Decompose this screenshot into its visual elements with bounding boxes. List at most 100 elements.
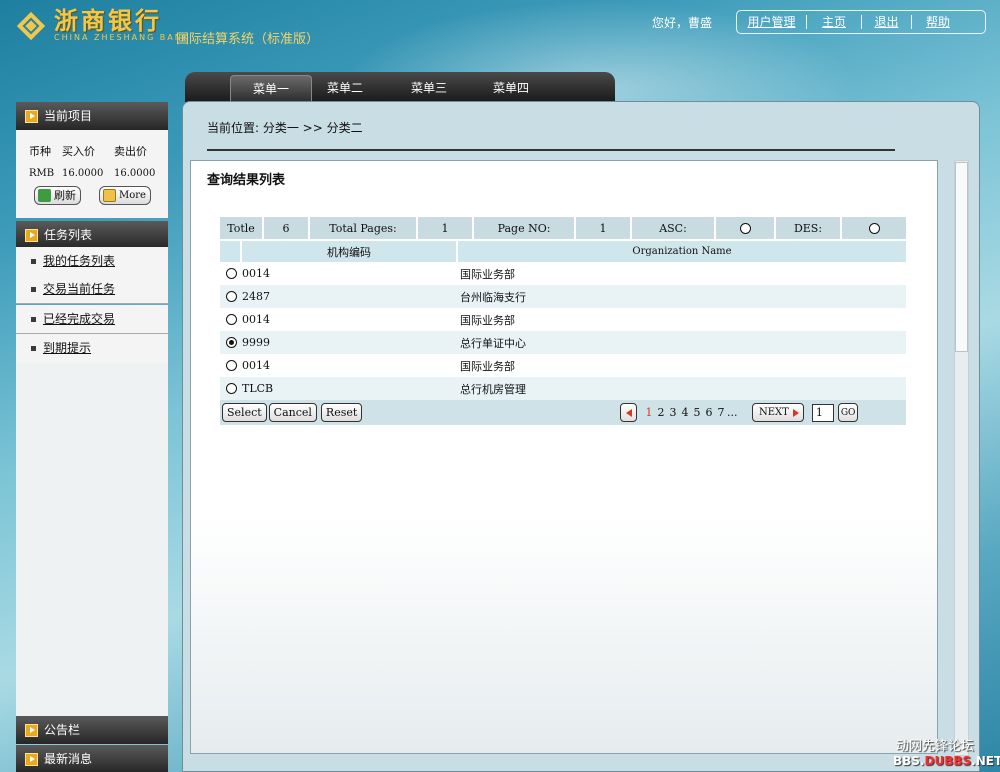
rate-buy: 16.0000 (62, 167, 104, 179)
des-radio[interactable] (868, 222, 880, 234)
next-page-button[interactable]: NEXT (752, 403, 804, 422)
user-greeting: 您好，曹盛 (652, 16, 713, 30)
page-title: 查询结果列表 (207, 173, 286, 188)
table-row[interactable]: TLCB 总行机房管理 (220, 377, 906, 400)
help-link[interactable]: 帮助 (912, 15, 964, 29)
select-column-header (220, 241, 242, 262)
table-footer: Select Cancel Reset 1 2 3 4 5 6 7 ... NE… (220, 400, 906, 425)
bullet-icon (31, 317, 36, 322)
current-items-header: 当前项目 (16, 102, 168, 130)
table-row[interactable]: 0014 国际业务部 (220, 354, 906, 377)
des-label: DES: (776, 217, 842, 239)
page-no-label: Page NO: (474, 217, 576, 239)
table-row[interactable]: 0014 国际业务部 (220, 262, 906, 285)
row-code: 0014 (242, 359, 270, 372)
table-row[interactable]: 9999 总行单证中心 (220, 331, 906, 354)
column-header-org-name: Organization Name (632, 246, 732, 257)
news-header[interactable]: 最新消息 (16, 745, 168, 772)
row-radio[interactable] (225, 383, 237, 394)
total-value: 6 (264, 217, 310, 239)
menu-item-1[interactable]: 菜单一 (230, 75, 312, 102)
reset-button[interactable]: Reset (320, 403, 363, 422)
menu-item-3[interactable]: 菜单三 (396, 75, 462, 102)
results-table: Totle 6 Total Pages: 1 Page NO: 1 ASC: D… (220, 217, 906, 425)
page-link-5[interactable]: 5 (691, 406, 703, 419)
asc-label: ASC: (632, 217, 716, 239)
pager: 1 2 3 4 5 6 7 ... NEXT 1 GO (620, 403, 859, 422)
bulletin-title: 公告栏 (44, 723, 81, 737)
arrow-icon (25, 724, 38, 737)
page-no-value: 1 (576, 217, 632, 239)
page-link-4[interactable]: 4 (679, 406, 691, 419)
page-link-7[interactable]: 7 (715, 406, 727, 419)
bullet-icon (31, 346, 36, 351)
breadcrumb: 当前位置: 分类一 >> 分类二 (207, 121, 363, 135)
rate-row: RMB 16.0000 16.0000 (16, 162, 168, 184)
stats-row: Totle 6 Total Pages: 1 Page NO: 1 ASC: D… (220, 217, 906, 239)
row-radio[interactable] (225, 268, 237, 279)
row-code: 0014 (242, 267, 270, 280)
watermark-url: BBS.DUBBS.NET (893, 754, 1000, 768)
asc-radio[interactable] (739, 222, 751, 234)
table-row[interactable]: 2487 台州临海支行 (220, 285, 906, 308)
bank-name-cn: 浙商银行 (54, 6, 162, 35)
bullet-icon (31, 287, 36, 292)
row-code: 2487 (242, 290, 270, 303)
chevron-left-icon (625, 408, 632, 417)
more-button[interactable]: More (99, 186, 151, 205)
arrow-icon (25, 110, 38, 123)
table-header: 机构编码 Organization Name (220, 241, 906, 262)
breadcrumb-divider (207, 149, 895, 151)
page-number-input[interactable]: 1 (811, 403, 834, 422)
column-header-code: 机构编码 (242, 241, 458, 262)
menu-item-4[interactable]: 菜单四 (478, 75, 544, 102)
task-list-header: 任务列表 (16, 221, 168, 249)
more-label: More (119, 190, 146, 201)
row-name: 总行机房管理 (460, 382, 526, 396)
news-title: 最新消息 (44, 752, 93, 766)
row-radio[interactable] (225, 314, 237, 325)
menu-item-2[interactable]: 菜单二 (312, 75, 378, 102)
total-pages-value: 1 (418, 217, 474, 239)
rate-currency: RMB (29, 167, 55, 179)
table-row[interactable]: 0014 国际业务部 (220, 308, 906, 331)
top-links: 用户管理 主页 退出 帮助 (736, 10, 986, 34)
watermark-url-a: BBS. (893, 754, 925, 768)
watermark-text: 动网先锋论坛 (896, 739, 975, 754)
rate-col-sell: 卖出价 (114, 145, 147, 158)
page-link-6[interactable]: 6 (703, 406, 715, 419)
page-link-3[interactable]: 3 (667, 406, 679, 419)
rates-header-row: 币种 买入价 卖出价 (16, 140, 168, 162)
bulletin-header[interactable]: 公告栏 (16, 716, 168, 744)
row-radio[interactable] (225, 360, 237, 371)
task-completed-transactions[interactable]: 已经完成交易 (16, 305, 168, 334)
select-button[interactable]: Select (222, 403, 267, 422)
task-my-tasks[interactable]: 我的任务列表 (16, 247, 168, 276)
prev-page-button[interactable] (620, 403, 637, 422)
cancel-button[interactable]: Cancel (268, 403, 317, 422)
row-code: 9999 (242, 336, 270, 349)
task-due-reminder[interactable]: 到期提示 (16, 334, 168, 363)
row-radio-selected[interactable] (225, 337, 237, 348)
task-label: 交易当前任务 (43, 282, 116, 296)
refresh-button[interactable]: 刷新 (34, 186, 81, 205)
chevron-right-icon (792, 408, 799, 417)
bank-name-en: CHINA ZHESHANG BANK (54, 33, 190, 42)
task-label: 我的任务列表 (43, 254, 116, 268)
task-current-transactions[interactable]: 交易当前任务 (16, 275, 168, 304)
row-radio[interactable] (225, 291, 237, 302)
current-items-title: 当前项目 (44, 109, 93, 123)
page-link-1[interactable]: 1 (643, 406, 655, 419)
home-link[interactable]: 主页 (807, 15, 862, 29)
task-label: 已经完成交易 (43, 312, 116, 326)
bank-logo-icon (14, 9, 48, 43)
rate-sell: 16.0000 (114, 167, 156, 179)
user-management-link[interactable]: 用户管理 (737, 15, 807, 29)
logout-link[interactable]: 退出 (862, 15, 912, 29)
refresh-icon (38, 189, 51, 202)
task-list-title: 任务列表 (44, 228, 93, 242)
scrollbar-thumb[interactable] (955, 162, 968, 352)
page-link-2[interactable]: 2 (655, 406, 667, 419)
go-button[interactable]: GO (837, 403, 859, 422)
total-label: Totle (220, 217, 264, 239)
